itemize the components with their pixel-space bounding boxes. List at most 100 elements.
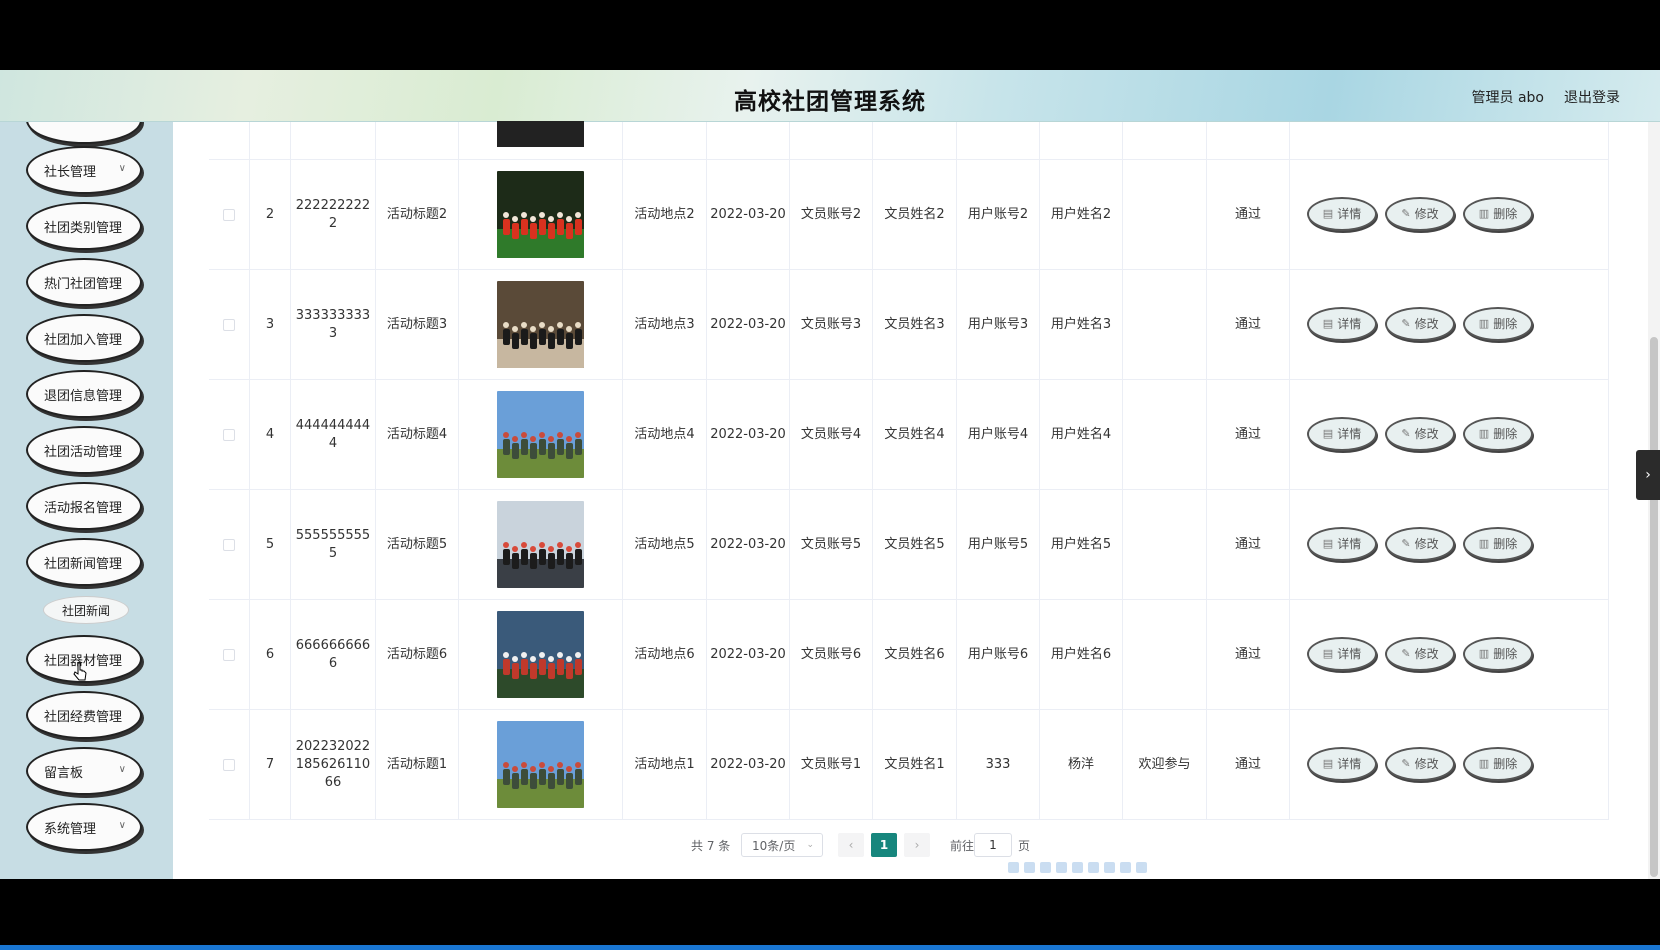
sidebar-item[interactable]: 社长管理 ∨ [26,146,142,194]
table-cell-location: 活动地点6 [623,600,707,709]
cell-text-clerk-account: 文员账号2 [800,206,862,222]
cell-text-clerk-account: 文员账号5 [800,536,862,552]
table-cell [873,122,957,159]
next-page-button[interactable]: › [904,833,930,857]
table-cell-photo [459,270,623,379]
taskbar-progress-line [0,945,1660,950]
chevron-down-icon: ∨ [118,163,126,174]
sidebar-item[interactable]: 留言板 ∨ [26,747,142,795]
table-cell-clerk-account: 文员账号5 [790,490,873,599]
row-checkbox[interactable] [223,428,235,441]
sidebar-item[interactable]: 系统管理 ∨ [26,803,142,851]
scrollbar[interactable] [1648,122,1660,879]
edit-button[interactable]: ✎ 修改 [1385,527,1455,561]
table-row: 2 2222222222 活动标题2 活动地点2 2022-03-20 文员账号2 文员姓名… [209,160,1609,270]
table-cell-index: 7 [250,710,291,819]
cell-text-index: 3 [265,316,275,332]
pagination: 共 7 条 10条/页 ⌄ ‹ 1 › 前往 1 页 [173,833,1660,857]
chevron-right-icon[interactable]: › [1636,450,1660,500]
sidebar-item-cutoff[interactable] [26,122,142,144]
delete-button[interactable]: ▥ 删除 [1463,197,1533,231]
cell-text-user-name: 用户姓名5 [1050,536,1112,552]
detail-button[interactable]: ▤ 详情 [1307,417,1377,451]
row-checkbox[interactable] [223,758,235,771]
table-cell-account: 4444444444 [291,380,376,489]
table-cell-account: 3333333333 [291,270,376,379]
sidebar-item[interactable]: 社团新闻管理 [26,538,142,586]
pencil-icon: ✎ [1401,757,1411,770]
sidebar-item-label: 社长管理 [44,164,97,180]
table-cell-title: 活动标题2 [376,160,459,269]
sidebar-item[interactable]: 社团加入管理 [26,314,142,362]
goto-page-input[interactable]: 1 [974,833,1012,857]
document-icon: ▤ [1322,757,1334,770]
edit-button[interactable]: ✎ 修改 [1385,307,1455,341]
sidebar-item-label: 社团加入管理 [44,332,123,348]
sidebar-item[interactable]: 活动报名管理 [26,482,142,530]
row-checkbox[interactable] [223,318,235,331]
cell-text-status: 通过 [1234,426,1261,442]
row-checkbox[interactable] [223,538,235,551]
table-cell-user-account: 用户账号2 [957,160,1040,269]
detail-button[interactable]: ▤ 详情 [1307,637,1377,671]
sidebar-item-label: 热门社团管理 [44,276,123,292]
table-cell-date: 2022-03-20 [707,270,790,379]
detail-button[interactable]: ▤ 详情 [1307,307,1377,341]
edit-button[interactable]: ✎ 修改 [1385,637,1455,671]
pagination-total: 共 7 条 [691,838,731,853]
edit-button[interactable]: ✎ 修改 [1385,417,1455,451]
sidebar-item[interactable]: 热门社团管理 [26,258,142,306]
table-cell-status: 通过 [1207,490,1290,599]
current-page-button[interactable]: 1 [871,833,897,857]
edit-button[interactable]: ✎ 修改 [1385,197,1455,231]
table-cell-status: 通过 [1207,160,1290,269]
delete-button[interactable]: ▥ 删除 [1463,747,1533,781]
page-size-select[interactable]: 10条/页 ⌄ [741,833,823,857]
detail-button-label: 详情 [1337,427,1362,441]
logout-link[interactable]: 退出登录 [1564,87,1620,107]
sidebar-item[interactable]: 退团信息管理 [26,370,142,418]
cell-text-status: 通过 [1234,536,1261,552]
table-cell-chk [209,490,250,599]
sidebar-item[interactable]: 社团经费管理 [26,691,142,739]
admin-label: 管理员 abo [1471,90,1544,106]
table-cell-status: 通过 [1207,270,1290,379]
delete-button[interactable]: ▥ 删除 [1463,307,1533,341]
sidebar-item-label: 社团类别管理 [44,220,123,236]
row-checkbox[interactable] [223,648,235,661]
cell-text-clerk-account: 文员账号3 [800,316,862,332]
document-icon: ▤ [1322,317,1334,330]
delete-button-label: 删除 [1493,647,1518,661]
detail-button[interactable]: ▤ 详情 [1307,197,1377,231]
detail-button[interactable]: ▤ 详情 [1307,747,1377,781]
detail-button[interactable]: ▤ 详情 [1307,527,1377,561]
sidebar-item[interactable]: 社团活动管理 [26,426,142,474]
scrollbar-thumb[interactable] [1650,337,1658,877]
table-cell-clerk-name: 文员姓名2 [873,160,957,269]
delete-button[interactable]: ▥ 删除 [1463,417,1533,451]
cell-text-account: 6666666666 [295,637,371,671]
edit-button-label: 修改 [1414,757,1439,771]
ime-toolbar [1008,862,1178,876]
cell-text-title: 活动标题5 [386,536,448,552]
edit-button[interactable]: ✎ 修改 [1385,747,1455,781]
table-cell-chk [209,710,250,819]
cell-text-date: 2022-03-20 [710,536,786,552]
detail-button-label: 详情 [1337,537,1362,551]
activity-photo [497,721,584,808]
cell-text-user-name: 用户姓名4 [1050,426,1112,442]
row-checkbox[interactable] [223,208,235,221]
table-cell-actions: ▤ 详情 ✎ 修改 ▥ 删除 [1290,710,1609,819]
sidebar-subitem-news[interactable]: 社团新闻 [43,596,129,624]
delete-button[interactable]: ▥ 删除 [1463,637,1533,671]
prev-page-button[interactable]: ‹ [838,833,864,857]
delete-button[interactable]: ▥ 删除 [1463,527,1533,561]
sidebar-item-label: 社团经费管理 [44,709,123,725]
cell-text-user-account: 用户账号6 [967,646,1029,662]
cell-text-date: 2022-03-20 [710,426,786,442]
table-cell-account: 2222222222 [291,160,376,269]
sidebar-item[interactable]: 社团类别管理 [26,202,142,250]
table-cell-remark [1123,270,1207,379]
cell-text-clerk-name: 文员姓名5 [884,536,945,552]
cell-text-status: 通过 [1234,316,1261,332]
